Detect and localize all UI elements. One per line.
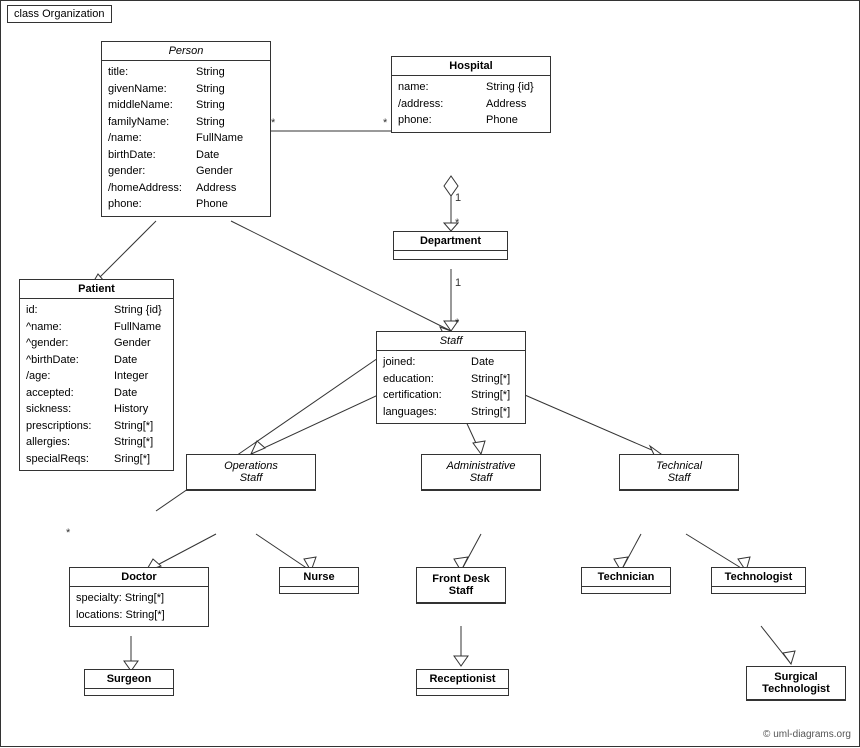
class-technical-staff: TechnicalStaff [619,454,739,491]
front-desk-staff-header: Front DeskStaff [417,568,505,603]
svg-text:*: * [66,527,71,539]
class-doctor: Doctor specialty: String[*] locations: S… [69,567,209,627]
diagram-title: class Organization [7,5,112,23]
administrative-staff-header: AdministrativeStaff [422,455,540,490]
doctor-header: Doctor [70,568,208,587]
department-body [394,251,507,259]
technician-header: Technician [582,568,670,587]
hospital-body: name:String {id} /address:Address phone:… [392,76,550,132]
svg-text:*: * [455,317,460,329]
svg-text:1: 1 [455,192,461,204]
person-header: Person [102,42,270,61]
class-surgeon: Surgeon [84,669,174,696]
class-administrative-staff: AdministrativeStaff [421,454,541,491]
class-staff: Staff joined:Date education:String[*] ce… [376,331,526,424]
surgeon-body [85,689,173,695]
class-patient: Patient id:String {id} ^name:FullName ^g… [19,279,174,471]
department-header: Department [394,232,507,251]
class-operations-staff: OperationsStaff [186,454,316,491]
class-front-desk-staff: Front DeskStaff [416,567,506,604]
doctor-body: specialty: String[*] locations: String[*… [70,587,208,626]
receptionist-body [417,689,508,695]
technologist-header: Technologist [712,568,805,587]
class-nurse: Nurse [279,567,359,594]
patient-header: Patient [20,280,173,299]
person-body: title:String givenName:String middleName… [102,61,270,216]
hospital-header: Hospital [392,57,550,76]
staff-header: Staff [377,332,525,351]
surgical-technologist-header: SurgicalTechnologist [747,667,845,700]
class-technician: Technician [581,567,671,594]
class-person: Person title:String givenName:String mid… [101,41,271,217]
class-department: Department [393,231,508,260]
class-hospital: Hospital name:String {id} /address:Addre… [391,56,551,133]
svg-text:1: 1 [455,277,461,289]
class-surgical-technologist: SurgicalTechnologist [746,666,846,701]
copyright: © uml-diagrams.org [763,729,851,740]
operations-staff-header: OperationsStaff [187,455,315,490]
technician-body [582,587,670,593]
svg-text:*: * [271,117,276,129]
staff-body: joined:Date education:String[*] certific… [377,351,525,423]
class-technologist: Technologist [711,567,806,594]
technologist-body [712,587,805,593]
patient-body: id:String {id} ^name:FullName ^gender:Ge… [20,299,173,470]
diagram-container: class Organization * * 1 * 1 * [0,0,860,747]
class-receptionist: Receptionist [416,669,509,696]
svg-text:*: * [455,217,460,229]
svg-text:*: * [383,117,388,129]
nurse-header: Nurse [280,568,358,587]
surgeon-header: Surgeon [85,670,173,689]
technical-staff-header: TechnicalStaff [620,455,738,490]
nurse-body [280,587,358,593]
receptionist-header: Receptionist [417,670,508,689]
